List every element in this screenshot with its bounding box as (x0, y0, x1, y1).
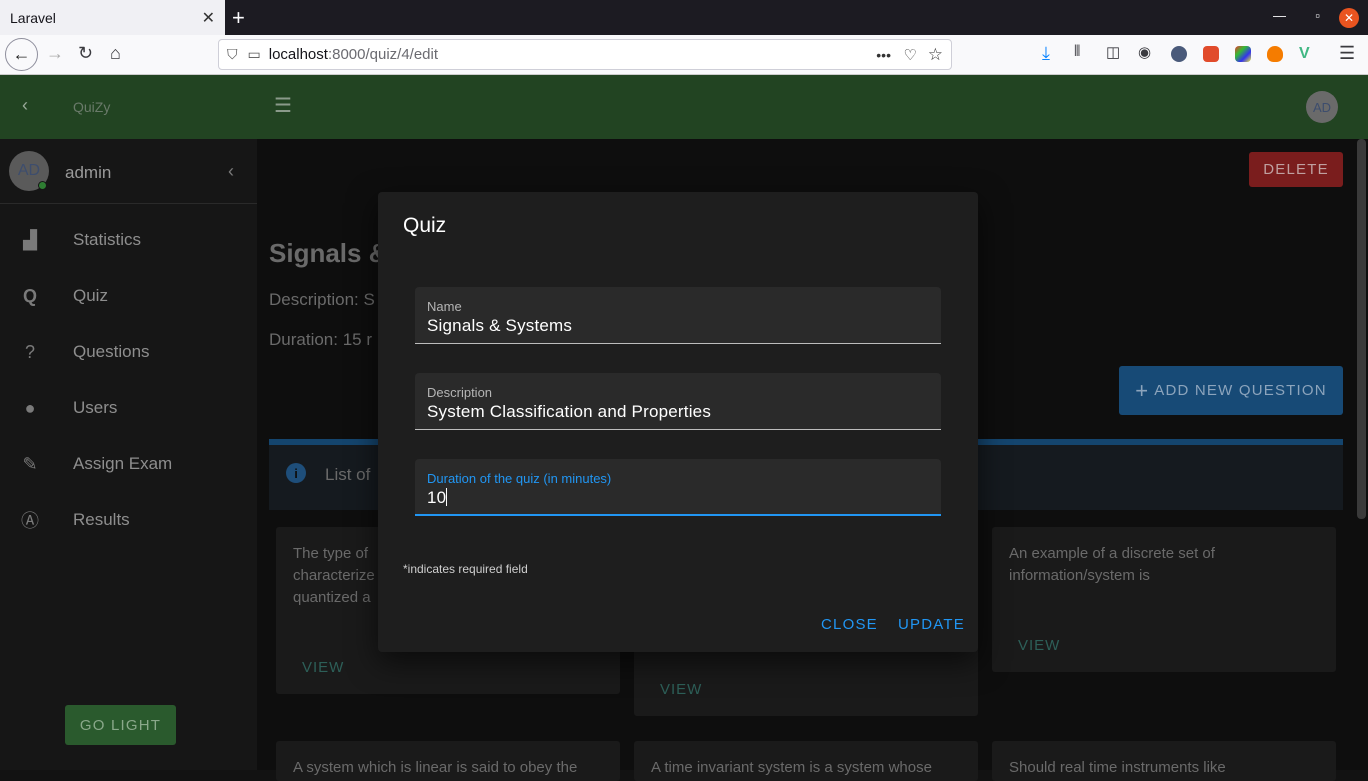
home-icon[interactable]: ⌂ (110, 43, 121, 64)
question-card-text: An example of a discrete set of informat… (1009, 545, 1215, 584)
sidebar-item-label: Questions (73, 342, 150, 361)
description-field-label: Description (427, 385, 493, 400)
add-new-question-button[interactable]: + ADD NEW QUESTION (1119, 366, 1343, 415)
sidebar-item-label: Quiz (73, 286, 108, 305)
new-tab-icon[interactable]: + (232, 5, 245, 31)
question-card: A time invariant system is a system whos… (634, 741, 978, 781)
online-status-dot (38, 181, 47, 190)
info-text: List of (325, 465, 371, 484)
sidebar-item-quiz[interactable]: Q Quiz (0, 268, 257, 324)
sidebar-icon[interactable]: ◫ (1106, 43, 1120, 61)
maximize-icon[interactable]: ▫ (1315, 8, 1320, 23)
description-field-value: System Classification and Properties (427, 402, 712, 421)
sidebar-item-label: Assign Exam (73, 454, 173, 473)
url-host: localhost (268, 46, 328, 63)
view-button[interactable]: VIEW (660, 679, 702, 701)
sidebar-item-questions[interactable]: ? Questions (0, 324, 257, 380)
account-icon[interactable]: ◉ (1138, 43, 1151, 61)
add-question-label: ADD NEW QUESTION (1154, 382, 1327, 399)
quiz-q-icon: Q (22, 285, 37, 306)
results-badge-icon: Ⓐ (21, 511, 39, 531)
forward-icon[interactable]: → (46, 43, 64, 64)
menu-toggle-icon[interactable]: ☰ (274, 93, 292, 118)
more-icon[interactable]: ••• (876, 47, 891, 63)
close-button[interactable]: CLOSE (821, 616, 878, 633)
description-field[interactable]: Description System Classification and Pr… (415, 373, 941, 430)
url-path: :8000/quiz/4/edit (327, 46, 439, 63)
user-icon: ● (24, 397, 36, 418)
avatar[interactable]: AD (1306, 91, 1338, 123)
duration-field[interactable]: Duration of the quiz (in minutes) 10 (415, 459, 941, 516)
user-name: admin (65, 163, 112, 182)
hamburger-menu-icon[interactable]: ☰ (1339, 43, 1355, 64)
extension-red-icon[interactable] (1203, 46, 1219, 62)
question-card: Should real time instruments like (992, 741, 1336, 781)
sidebar-item-users[interactable]: ● Users (0, 380, 257, 436)
view-button[interactable]: VIEW (302, 657, 344, 679)
question-card-text: A system which is linear is said to obey… (293, 759, 578, 776)
page-scrollbar[interactable] (1357, 139, 1366, 519)
sidebar: AD admin ‹ ▟ Statistics Q Quiz ? Questio… (0, 139, 257, 770)
tab-title: Laravel (10, 9, 56, 26)
required-note: *indicates required field (403, 562, 528, 576)
extension-vue-icon[interactable]: V (1299, 46, 1315, 62)
browser-tab[interactable]: Laravel ✕ (0, 0, 225, 35)
browser-nav-bar: ← → ↻ ⌂ ⛉ ▭ localhost:8000/quiz/4/edit •… (0, 35, 1368, 75)
collapse-nav-icon[interactable]: ‹ (22, 95, 28, 116)
question-card: An example of a discrete set of informat… (992, 527, 1336, 672)
name-field-value: Signals & Systems (427, 316, 573, 335)
question-card-text: Should real time instruments like (1009, 759, 1226, 776)
assign-edit-icon: ✎ (22, 453, 38, 474)
shield-icon[interactable]: ⛉ (227, 46, 238, 63)
quiz-duration: Duration: 15 r (269, 330, 372, 349)
download-icon[interactable]: ⤓ (1042, 43, 1050, 64)
sidebar-item-statistics[interactable]: ▟ Statistics (0, 212, 257, 268)
update-button[interactable]: UPDATE (898, 616, 965, 633)
reload-icon[interactable]: ↻ (78, 43, 93, 64)
page-icon: ▭ (247, 46, 261, 62)
library-icon[interactable]: ⫴ (1074, 43, 1080, 60)
plus-icon: + (1135, 377, 1150, 403)
go-light-button[interactable]: GO LIGHT (65, 705, 176, 745)
text-caret (446, 488, 448, 506)
extension-fire-icon[interactable] (1267, 46, 1283, 62)
name-field[interactable]: Name Signals & Systems (415, 287, 941, 344)
quiz-title: Signals & (269, 238, 388, 268)
delete-button[interactable]: DELETE (1249, 152, 1343, 187)
duration-field-value: 10 (427, 488, 447, 507)
browser-tab-bar: Laravel ✕ + — ▫ ✕ (0, 0, 1368, 35)
extension-color-icon[interactable] (1235, 46, 1251, 62)
question-card-text: The type of characterize quantized a (293, 545, 375, 606)
collapse-sidebar-icon[interactable]: ‹ (228, 161, 234, 182)
duration-field-value-wrap: 10 (427, 488, 448, 508)
quiz-edit-dialog: Quiz Name Signals & Systems Description … (378, 192, 978, 652)
tab-close-icon[interactable]: ✕ (202, 8, 215, 28)
duration-field-label: Duration of the quiz (in minutes) (427, 471, 612, 486)
name-field-label: Name (427, 299, 462, 314)
brand-title: QuiZy (73, 99, 111, 115)
quiz-description: Description: S (269, 290, 375, 309)
pocket-icon[interactable]: ♡ (904, 46, 917, 64)
url-bar[interactable]: ⛉ ▭ localhost:8000/quiz/4/edit ••• ♡ ☆ (218, 39, 952, 70)
question-card: A system which is linear is said to obey… (276, 741, 620, 781)
sidebar-item-assign-exam[interactable]: ✎ Assign Exam (0, 436, 257, 492)
dialog-title: Quiz (403, 214, 447, 237)
sidebar-item-label: Statistics (73, 230, 142, 249)
sidebar-item-results[interactable]: Ⓐ Results (0, 492, 257, 548)
extension-cursor-icon[interactable] (1171, 46, 1187, 62)
app-bar: ‹ QuiZy ☰ AD (0, 75, 1368, 139)
window-close-icon[interactable]: ✕ (1339, 8, 1359, 28)
bookmark-star-icon[interactable]: ☆ (928, 45, 943, 65)
bar-chart-icon: ▟ (23, 229, 37, 250)
question-head-icon: ? (24, 341, 35, 362)
info-icon: i (286, 463, 306, 483)
sidebar-item-label: Users (73, 398, 118, 417)
sidebar-item-label: Results (73, 510, 130, 529)
minimize-icon[interactable]: — (1273, 8, 1286, 23)
view-button[interactable]: VIEW (1018, 635, 1060, 657)
back-icon[interactable]: ← (5, 38, 38, 71)
sidebar-divider (0, 203, 257, 204)
question-card-text: A time invariant system is a system whos… (651, 759, 932, 776)
